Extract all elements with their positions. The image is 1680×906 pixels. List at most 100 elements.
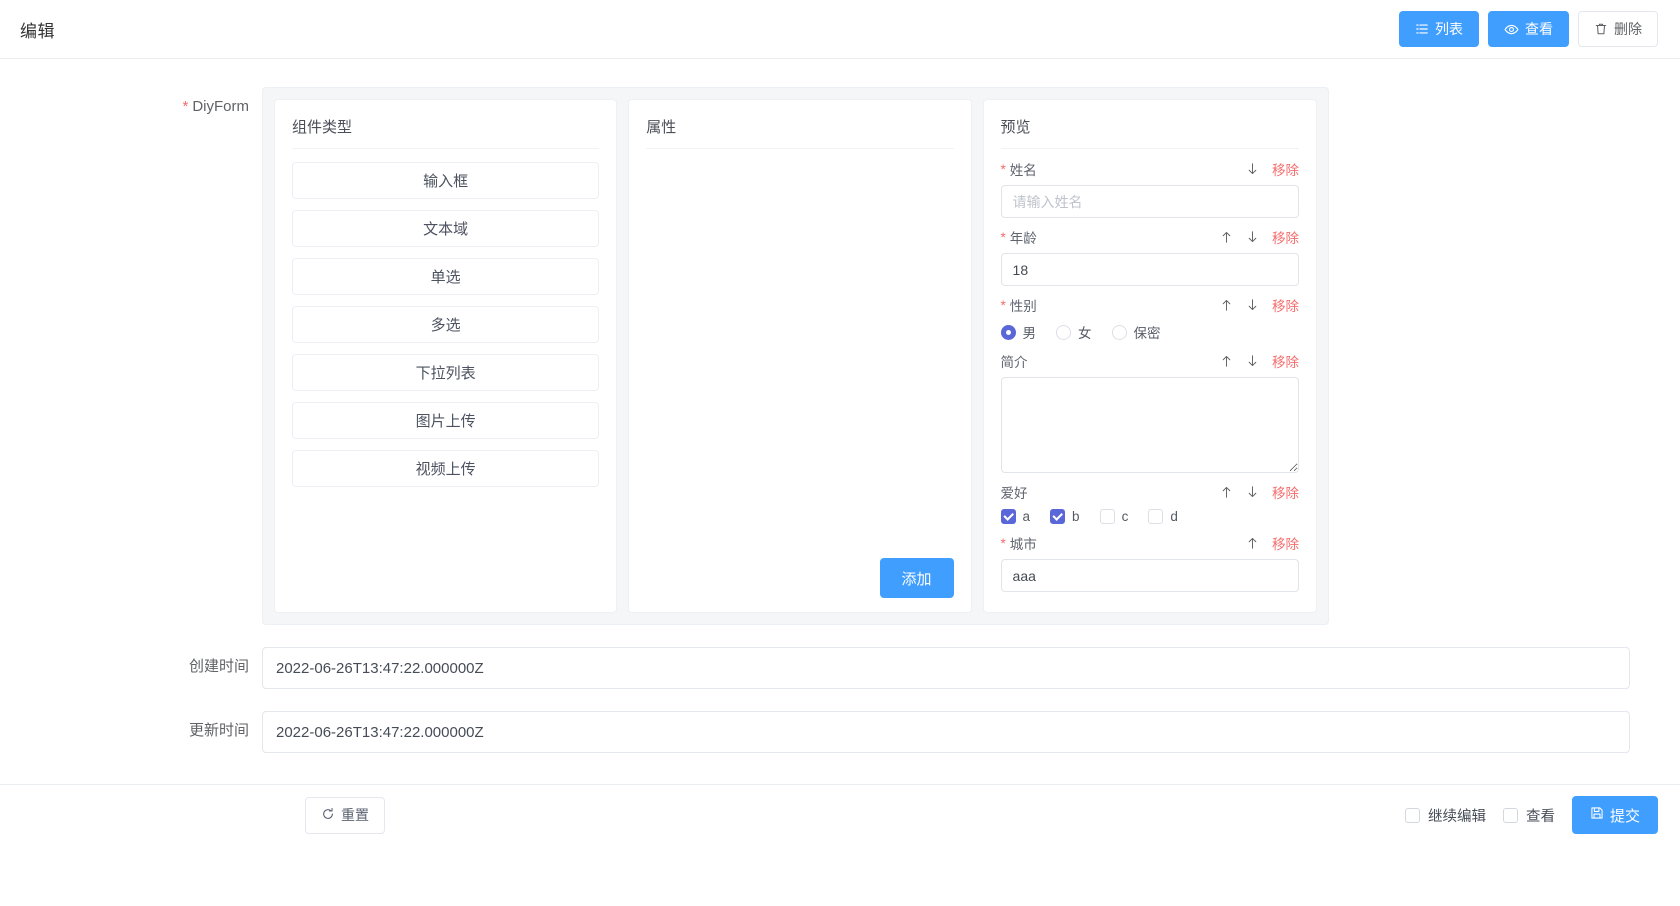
move-down-icon[interactable] (1246, 298, 1259, 312)
preview-field-label-text: 姓名 (1009, 163, 1037, 178)
checkbox-option-label: d (1170, 509, 1178, 524)
preview-input-name[interactable] (1000, 185, 1300, 218)
radio-option-label: 女 (1078, 326, 1092, 341)
form-content: * DiyForm 组件类型 输入框 文本域 单选 多选 下拉列表 图片上传 视… (0, 59, 1680, 845)
preview-field-label: * 年龄 (1001, 227, 1037, 247)
preview-field-header: 爱好 移除 (1001, 481, 1299, 503)
checkbox-icon (1099, 509, 1115, 524)
preview-field-label: 简介 (1001, 351, 1028, 371)
move-up-icon[interactable] (1220, 298, 1233, 312)
preview-field-label-text: 城市 (1009, 537, 1037, 552)
checkbox-option-c[interactable]: c (1099, 509, 1129, 524)
component-type-video-upload[interactable]: 视频上传 (292, 450, 600, 487)
preview-field-city: * 城市 移除 (1000, 532, 1300, 592)
preview-panel-title: 预览 (1000, 116, 1300, 149)
delete-button[interactable]: 删除 (1578, 11, 1658, 47)
refresh-icon (321, 807, 335, 824)
component-type-panel-title: 组件类型 (292, 116, 600, 149)
hobby-checkbox-group: a b c d (1000, 508, 1299, 524)
component-type-input[interactable]: 输入框 (292, 162, 600, 199)
continue-edit-checkbox[interactable]: 继续编辑 (1404, 805, 1486, 826)
diyform-label-text: DiyForm (192, 98, 249, 115)
move-down-icon[interactable] (1246, 162, 1259, 176)
save-icon (1590, 806, 1604, 824)
component-type-select[interactable]: 下拉列表 (292, 354, 600, 391)
remove-field-link[interactable]: 移除 (1272, 227, 1299, 247)
updated-time-field (262, 711, 1680, 753)
page-title: 编辑 (20, 21, 55, 41)
preview-field-label-text: 爱好 (1000, 486, 1028, 501)
reset-button[interactable]: 重置 (305, 796, 385, 834)
checkbox-icon (1404, 807, 1420, 823)
created-time-field (262, 647, 1680, 689)
required-star-icon: * (1000, 229, 1006, 245)
remove-field-link[interactable]: 移除 (1272, 351, 1299, 371)
view-button[interactable]: 查看 (1488, 11, 1569, 47)
diyform-label: * DiyForm (0, 87, 262, 127)
required-star-icon: * (1000, 161, 1006, 177)
header-actions: 列表 查看 删除 (1399, 11, 1658, 47)
property-panel-title: 属性 (646, 116, 954, 149)
radio-option-label: 保密 (1133, 326, 1161, 341)
preview-input-age[interactable] (1000, 253, 1300, 286)
preview-field-header: * 姓名 移除 (1001, 158, 1299, 180)
add-button[interactable]: 添加 (879, 558, 954, 598)
preview-field-intro: 简介 移除 (1000, 350, 1300, 473)
list-button[interactable]: 列表 (1399, 11, 1479, 47)
preview-field-header: * 年龄 移除 (1001, 226, 1299, 248)
form-footer: 重置 继续编辑 查看 提交 (0, 784, 1680, 845)
component-type-checkbox[interactable]: 多选 (292, 306, 600, 343)
component-type-radio[interactable]: 单选 (292, 258, 600, 295)
preview-field-label-text: 简介 (1000, 355, 1028, 370)
required-star-icon: * (182, 98, 189, 115)
checkbox-option-a[interactable]: a (1000, 509, 1030, 524)
preview-field-label: * 性别 (1001, 295, 1037, 315)
move-up-icon[interactable] (1246, 536, 1259, 550)
remove-field-link[interactable]: 移除 (1272, 482, 1299, 502)
continue-edit-label: 继续编辑 (1427, 808, 1486, 825)
checkbox-option-d[interactable]: d (1148, 509, 1178, 524)
move-up-icon[interactable] (1220, 230, 1233, 244)
checkbox-option-label: b (1072, 509, 1080, 524)
footer-actions: 继续编辑 查看 提交 (1404, 796, 1658, 834)
preview-field-header: 简介 移除 (1001, 350, 1299, 372)
radio-option-male[interactable]: 男 (1000, 322, 1036, 342)
preview-field-name: * 姓名 移除 (1000, 158, 1300, 218)
required-star-icon: * (1000, 535, 1006, 551)
created-time-input[interactable] (262, 647, 1630, 689)
diyform-row: * DiyForm 组件类型 输入框 文本域 单选 多选 下拉列表 图片上传 视… (0, 87, 1680, 625)
move-up-icon[interactable] (1220, 485, 1233, 499)
move-down-icon[interactable] (1246, 354, 1259, 368)
preview-input-city[interactable] (1000, 559, 1300, 592)
created-time-row: 创建时间 (0, 647, 1680, 689)
checkbox-icon (1502, 807, 1518, 823)
component-type-textarea[interactable]: 文本域 (292, 210, 600, 247)
page-root: 编辑 列表 查看 删除 * DiyForm 组件类型 输入框 文本域 单选 多选… (0, 0, 1680, 906)
preview-textarea-intro[interactable] (1000, 377, 1300, 473)
submit-button[interactable]: 提交 (1571, 796, 1658, 834)
view-checkbox[interactable]: 查看 (1502, 805, 1555, 826)
updated-time-input[interactable] (262, 711, 1630, 753)
radio-option-female[interactable]: 女 (1056, 322, 1092, 342)
component-type-image-upload[interactable]: 图片上传 (292, 402, 600, 439)
move-down-icon[interactable] (1246, 230, 1259, 244)
radio-option-secret[interactable]: 保密 (1111, 322, 1161, 342)
preview-field-tools: 移除 (1220, 227, 1299, 247)
preview-field-header: * 性别 移除 (1001, 294, 1299, 316)
delete-button-label: 删除 (1614, 21, 1642, 37)
reset-button-label: 重置 (341, 807, 369, 823)
move-down-icon[interactable] (1246, 485, 1259, 499)
preview-field-label-text: 性别 (1009, 299, 1037, 314)
remove-field-link[interactable]: 移除 (1272, 159, 1299, 179)
remove-field-link[interactable]: 移除 (1272, 533, 1299, 553)
submit-button-label: 提交 (1609, 807, 1640, 825)
move-up-icon[interactable] (1220, 354, 1233, 368)
checkbox-option-label: c (1121, 509, 1129, 524)
page-header: 编辑 列表 查看 删除 (0, 0, 1680, 59)
checkbox-icon (1000, 509, 1016, 524)
diyform-field: 组件类型 输入框 文本域 单选 多选 下拉列表 图片上传 视频上传 属性 添加 … (262, 87, 1680, 625)
preview-field-label: * 城市 (1001, 533, 1037, 553)
checkbox-option-b[interactable]: b (1050, 509, 1080, 524)
preview-field-tools: 移除 (1220, 295, 1299, 315)
remove-field-link[interactable]: 移除 (1272, 295, 1299, 315)
